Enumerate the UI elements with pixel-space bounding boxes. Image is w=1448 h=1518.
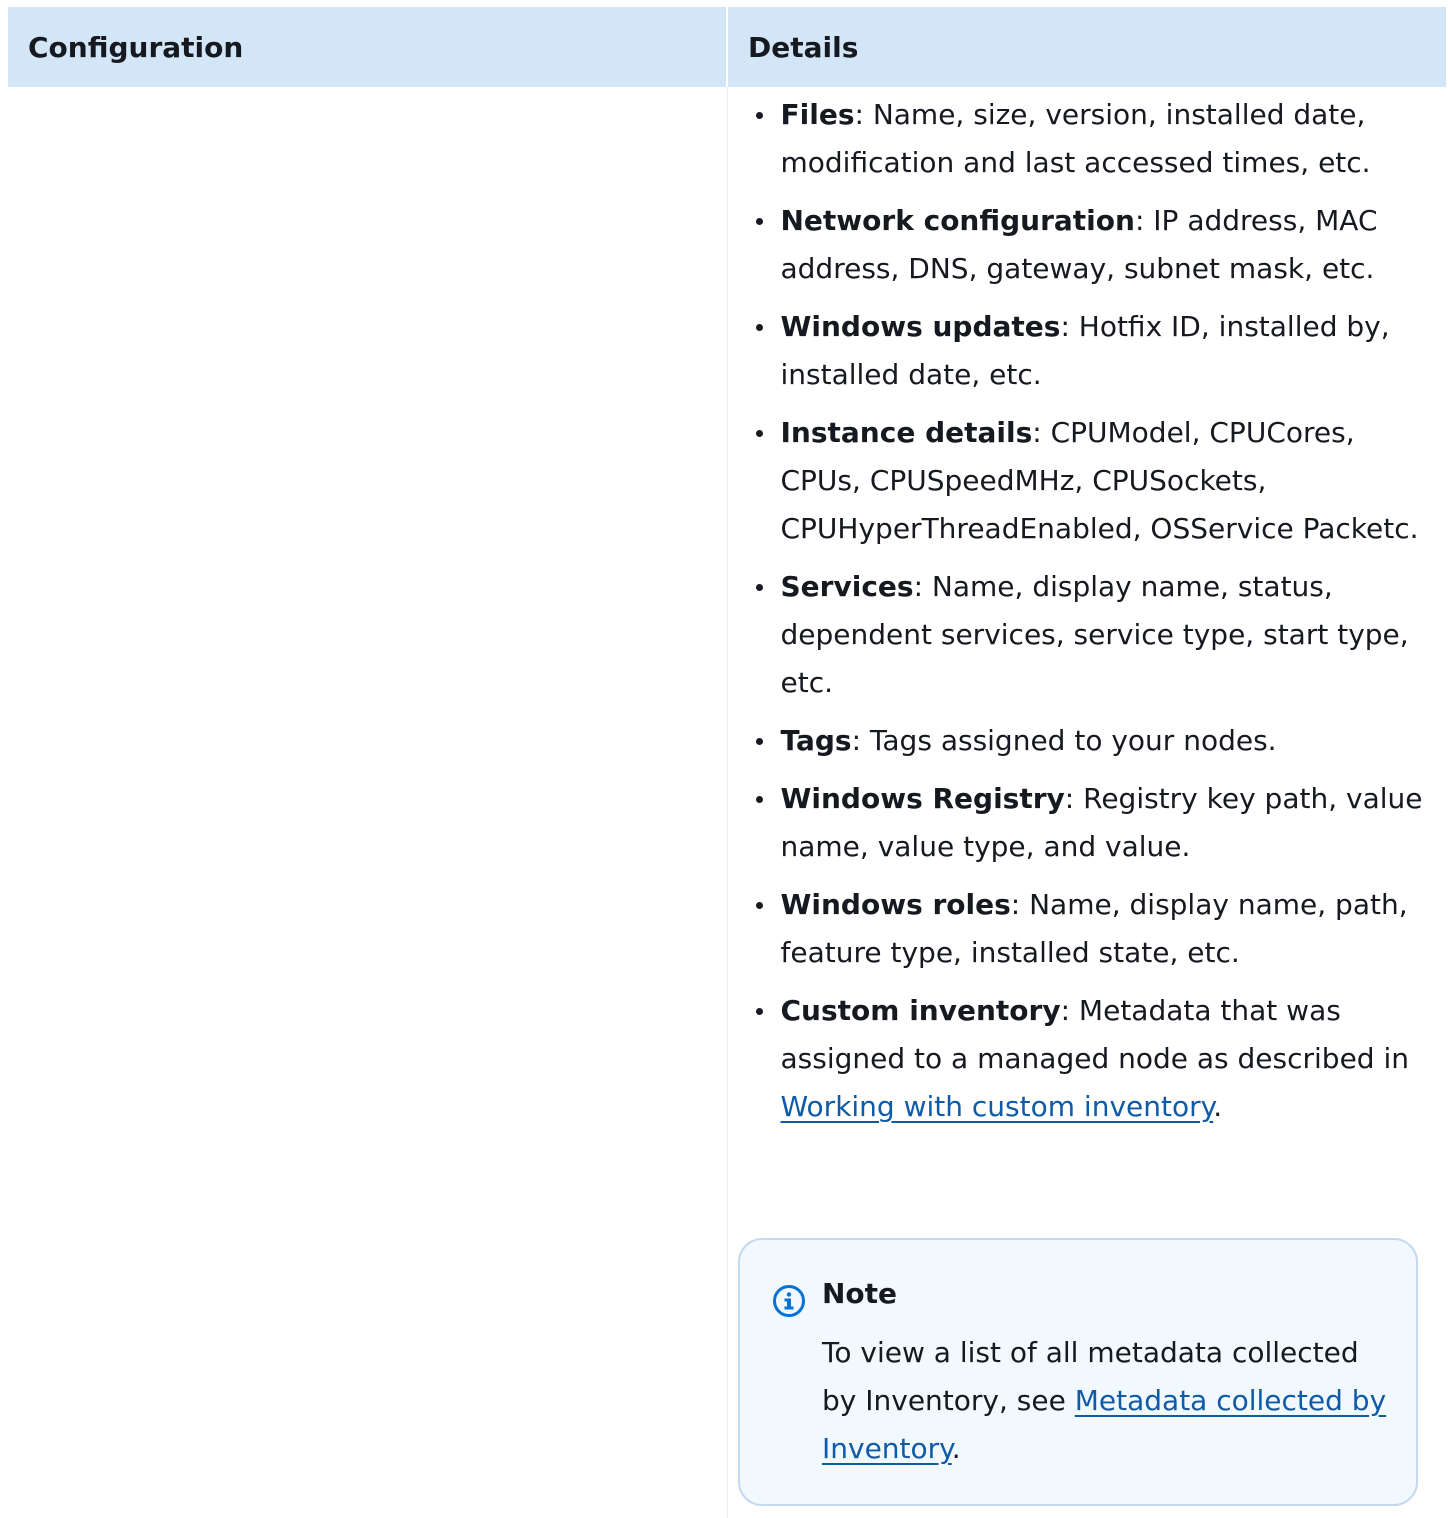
- list-item-windows-updates: Windows updates: Hotfix ID, installed by…: [755, 303, 1427, 399]
- list-item-services: Services: Name, display name, status, de…: [755, 563, 1427, 707]
- configuration-cell: [8, 87, 728, 1518]
- list-item-instance-details: Instance details: CPUModel, CPUCores, CP…: [755, 409, 1427, 553]
- list-item-files: Files: Name, size, version, installed da…: [755, 91, 1427, 187]
- list-item-windows-roles: Windows roles: Name, display name, path,…: [755, 881, 1427, 977]
- item-text: : Tags assigned to your nodes.: [851, 724, 1277, 757]
- item-term: Files: [780, 98, 855, 131]
- header-details: Details: [727, 7, 1446, 87]
- info-icon: [773, 1285, 805, 1317]
- note-title: Note: [822, 1277, 898, 1310]
- item-term: Services: [780, 570, 914, 603]
- item-term: Windows updates: [780, 310, 1061, 343]
- list-item-custom-inventory: Custom inventory: Metadata that was assi…: [755, 987, 1427, 1131]
- list-item-windows-registry: Windows Registry: Registry key path, val…: [755, 775, 1427, 871]
- item-term: Tags: [780, 724, 852, 757]
- note-body: To view a list of all metadata collected…: [822, 1329, 1392, 1473]
- item-term: Instance details: [780, 416, 1033, 449]
- item-term: Custom inventory: [780, 994, 1061, 1027]
- note-callout: Note To view a list of all metadata coll…: [738, 1238, 1418, 1506]
- item-term: Windows Registry: [780, 782, 1065, 815]
- item-text: : Name, size, version, installed date, m…: [780, 98, 1371, 179]
- item-suffix: .: [1213, 1090, 1223, 1123]
- table-header-row: Configuration Details: [8, 7, 1446, 87]
- note-suffix: .: [951, 1432, 961, 1465]
- list-item-network-configuration: Network configuration: IP address, MAC a…: [755, 197, 1427, 293]
- item-term: Windows roles: [780, 888, 1011, 921]
- custom-inventory-link[interactable]: Working with custom inventory: [781, 1090, 1214, 1123]
- list-item-tags: Tags: Tags assigned to your nodes.: [755, 717, 1427, 765]
- item-term: Network configuration: [780, 204, 1135, 237]
- details-list: Files: Name, size, version, installed da…: [728, 87, 1447, 1131]
- header-configuration: Configuration: [8, 7, 728, 87]
